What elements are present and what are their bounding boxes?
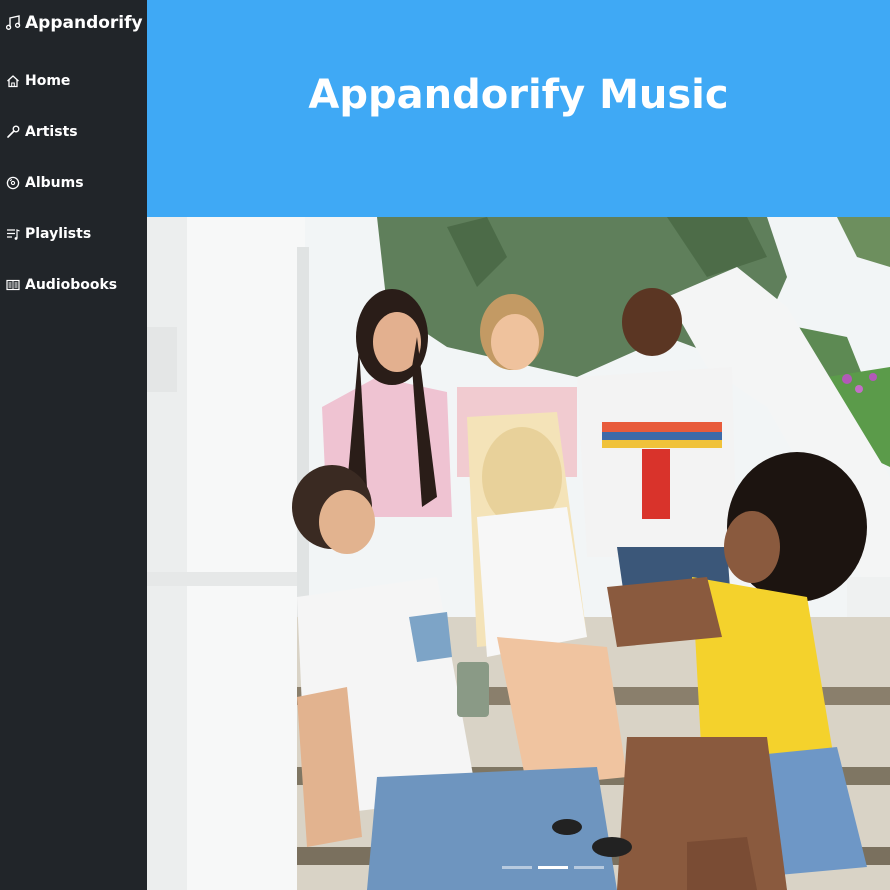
sidebar-item-artists[interactable]: Artists bbox=[6, 124, 78, 140]
brand[interactable]: Appandorify bbox=[5, 13, 143, 33]
header-banner: Appandorify Music bbox=[147, 0, 890, 217]
hero-carousel[interactable] bbox=[147, 217, 890, 890]
main-content: Appandorify Music bbox=[147, 0, 890, 890]
home-icon bbox=[6, 74, 20, 88]
carousel-indicators[interactable] bbox=[502, 866, 604, 869]
sidebar-item-label: Audiobooks bbox=[25, 277, 118, 293]
app-window: Appandorify Home Artists Albums Playlist… bbox=[0, 0, 890, 890]
music-notes-icon bbox=[5, 15, 21, 31]
book-icon bbox=[6, 278, 20, 292]
sidebar-item-label: Home bbox=[25, 73, 71, 89]
hero-image bbox=[147, 217, 890, 890]
sidebar-item-home[interactable]: Home bbox=[6, 73, 70, 89]
brand-title: Appandorify bbox=[25, 13, 143, 33]
sidebar-item-label: Albums bbox=[25, 175, 84, 191]
page-title: Appandorify Music bbox=[308, 71, 729, 118]
sidebar-item-audiobooks[interactable]: Audiobooks bbox=[6, 277, 117, 293]
sidebar-item-playlists[interactable]: Playlists bbox=[6, 226, 91, 242]
playlist-icon bbox=[6, 227, 20, 241]
microphone-icon bbox=[6, 125, 20, 139]
disc-icon bbox=[6, 176, 20, 190]
sidebar-item-label: Artists bbox=[25, 124, 78, 140]
sidebar-item-label: Playlists bbox=[25, 226, 92, 242]
sidebar: Appandorify Home Artists Albums Playlist… bbox=[0, 0, 147, 890]
sidebar-item-albums[interactable]: Albums bbox=[6, 175, 84, 191]
